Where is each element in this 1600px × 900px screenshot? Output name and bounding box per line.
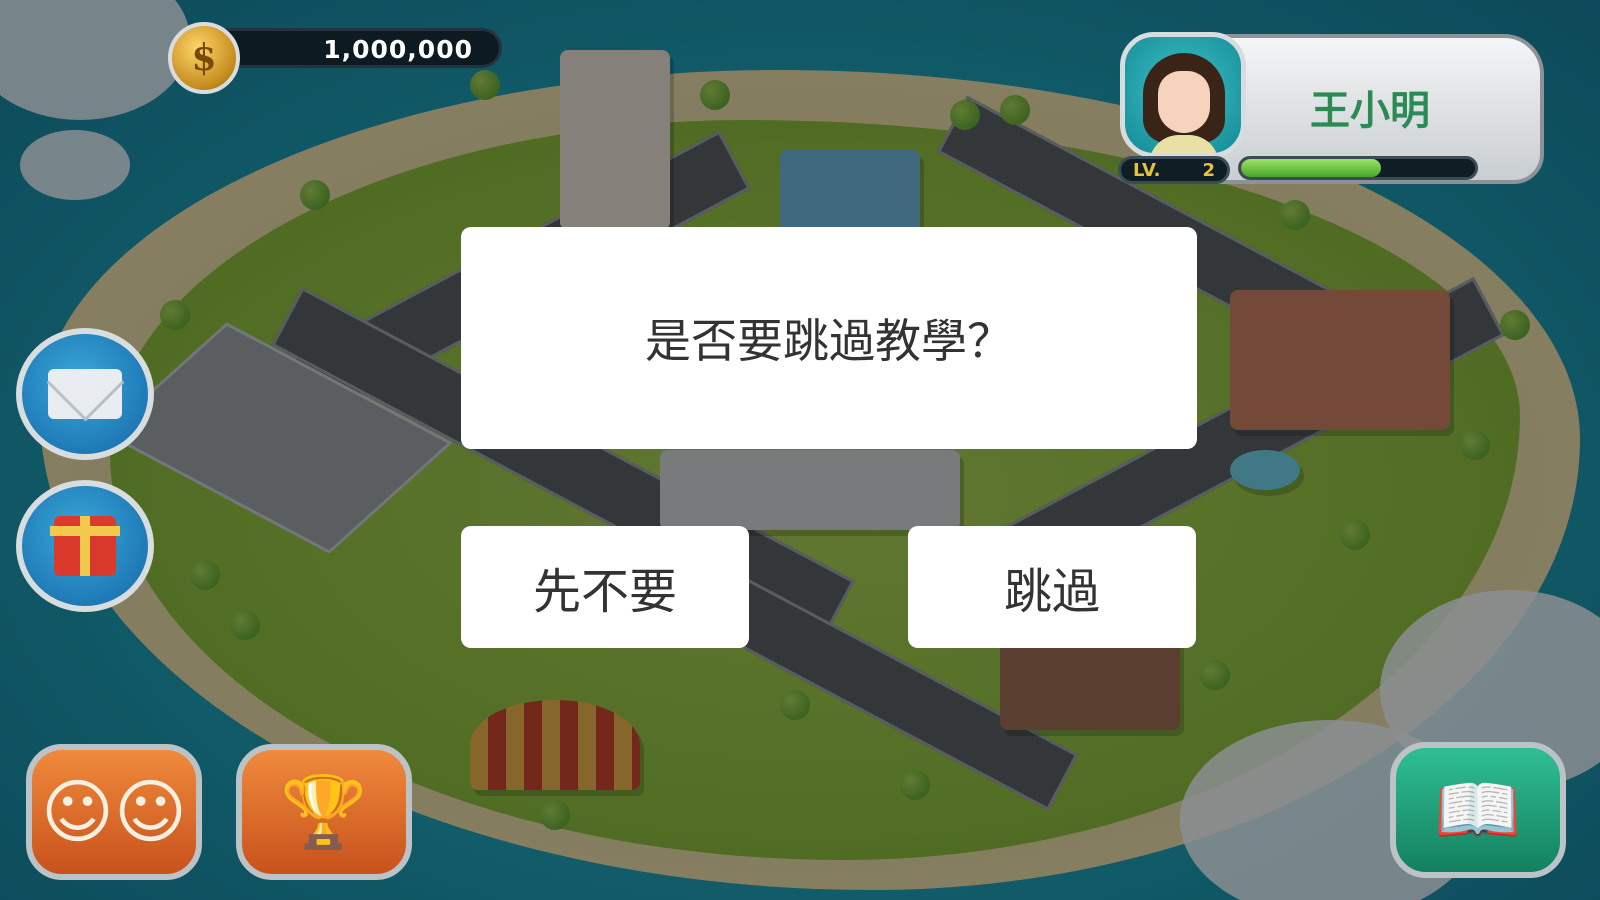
level-label: LV. [1133,159,1161,181]
gift-icon [50,516,120,576]
trophy-button[interactable]: 🏆 [236,744,412,880]
avatar[interactable] [1120,32,1246,158]
envelope-icon [48,369,122,419]
coin-value: 1,000,000 [323,35,473,64]
coin-track: 1,000,000 [208,28,502,68]
coin-counter: 1,000,000 $ [168,22,504,94]
dollar-sign: $ [191,37,217,79]
book-button[interactable]: 📖 [1390,742,1566,878]
gift-button[interactable] [16,480,154,612]
skip-button[interactable]: 跳過 [908,526,1196,648]
mail-button[interactable] [16,328,154,460]
avatar-face [1158,71,1210,133]
level-badge: LV. 2 [1118,156,1230,184]
coin-icon: $ [168,22,240,94]
dialog-message: 是否要跳過教學？ [645,314,1013,368]
skip-tutorial-dialog: 是否要跳過教學？ [461,227,1197,449]
player-profile[interactable]: 王小明 LV. 2 [1118,30,1546,192]
friends-button[interactable]: ☺☺ [26,744,202,880]
trophy-icon: 🏆 [280,771,368,853]
xp-progress-bar [1238,156,1478,180]
xp-progress-fill [1241,159,1382,177]
player-name: 王小明 [1310,88,1430,134]
level-value: 2 [1202,159,1215,181]
friends-icon: ☺☺ [41,771,187,853]
not-now-button[interactable]: 先不要 [461,526,749,648]
book-icon: 📖 [1434,769,1522,851]
